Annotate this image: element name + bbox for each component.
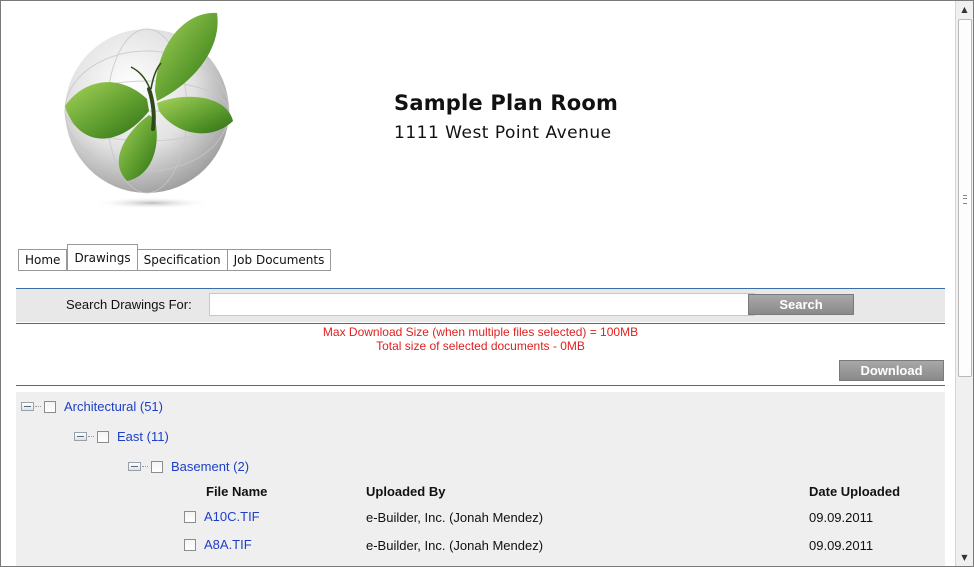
- tab-specification[interactable]: Specification: [137, 249, 228, 271]
- folder-checkbox[interactable]: [97, 430, 109, 443]
- tree-connector: [35, 406, 41, 407]
- table-row: A10C.TIF: [182, 509, 260, 524]
- table-row: A8A.TIF: [182, 537, 252, 552]
- folder-link[interactable]: Basement (2): [171, 459, 249, 474]
- download-button[interactable]: Download: [839, 360, 944, 381]
- tree-connector: [142, 466, 148, 467]
- date-cell: 09.09.2011: [809, 510, 874, 525]
- scroll-up-arrow-icon[interactable]: ▲: [956, 1, 973, 18]
- collapse-icon[interactable]: [128, 462, 141, 471]
- collapse-icon[interactable]: [74, 432, 87, 441]
- document-tree: Architectural (51) East (11) Basement (2…: [16, 392, 945, 566]
- tab-bar: Home Drawings Specification Job Document…: [18, 244, 332, 271]
- search-bar: Search Drawings For: Search: [16, 289, 945, 322]
- tree-connector: [88, 436, 94, 437]
- column-header-file-name: File Name: [206, 484, 268, 499]
- tab-home[interactable]: Home: [18, 249, 68, 271]
- page-subtitle-address: 1111 West Point Avenue: [394, 123, 612, 143]
- collapse-icon[interactable]: [21, 402, 34, 411]
- scroll-down-arrow-icon[interactable]: ▼: [956, 549, 973, 566]
- browser-viewport: Sample Plan Room 1111 West Point Avenue …: [0, 0, 974, 567]
- vertical-scrollbar[interactable]: ▲ ▼: [955, 1, 973, 566]
- file-link[interactable]: A10C.TIF: [204, 509, 260, 524]
- search-label: Search Drawings For:: [66, 297, 192, 312]
- column-header-uploaded-by: Uploaded By: [366, 484, 446, 499]
- folder-link[interactable]: Architectural (51): [64, 399, 163, 414]
- butterfly-globe-icon: [64, 12, 233, 209]
- date-cell: 09.09.2011: [809, 538, 874, 553]
- grip-icon: [963, 195, 967, 204]
- search-button[interactable]: Search: [748, 294, 854, 315]
- tab-drawings[interactable]: Drawings: [67, 244, 138, 271]
- divider: [16, 323, 945, 324]
- tree-node-east: East (11): [74, 429, 169, 444]
- folder-link[interactable]: East (11): [117, 429, 169, 444]
- logo: [57, 11, 247, 216]
- selected-size-message: Total size of selected documents - 0MB: [376, 339, 585, 353]
- uploaded-by-cell: e-Builder, Inc. (Jonah Mendez): [366, 510, 544, 525]
- max-download-message: Max Download Size (when multiple files s…: [322, 325, 639, 339]
- file-link[interactable]: A8A.TIF: [204, 537, 252, 552]
- tree-node-basement: Basement (2): [128, 459, 249, 474]
- tab-job-documents[interactable]: Job Documents: [227, 249, 332, 271]
- divider: [16, 385, 945, 386]
- folder-checkbox[interactable]: [151, 460, 163, 473]
- folder-checkbox[interactable]: [44, 400, 56, 413]
- search-input[interactable]: [209, 293, 755, 316]
- column-header-date-uploaded: Date Uploaded: [809, 484, 901, 499]
- file-checkbox[interactable]: [184, 538, 196, 551]
- uploaded-by-cell: e-Builder, Inc. (Jonah Mendez): [366, 538, 544, 553]
- file-checkbox[interactable]: [184, 510, 196, 523]
- page-title: Sample Plan Room: [394, 91, 619, 115]
- tree-node-architectural: Architectural (51): [21, 399, 163, 414]
- scrollbar-thumb[interactable]: [958, 19, 972, 377]
